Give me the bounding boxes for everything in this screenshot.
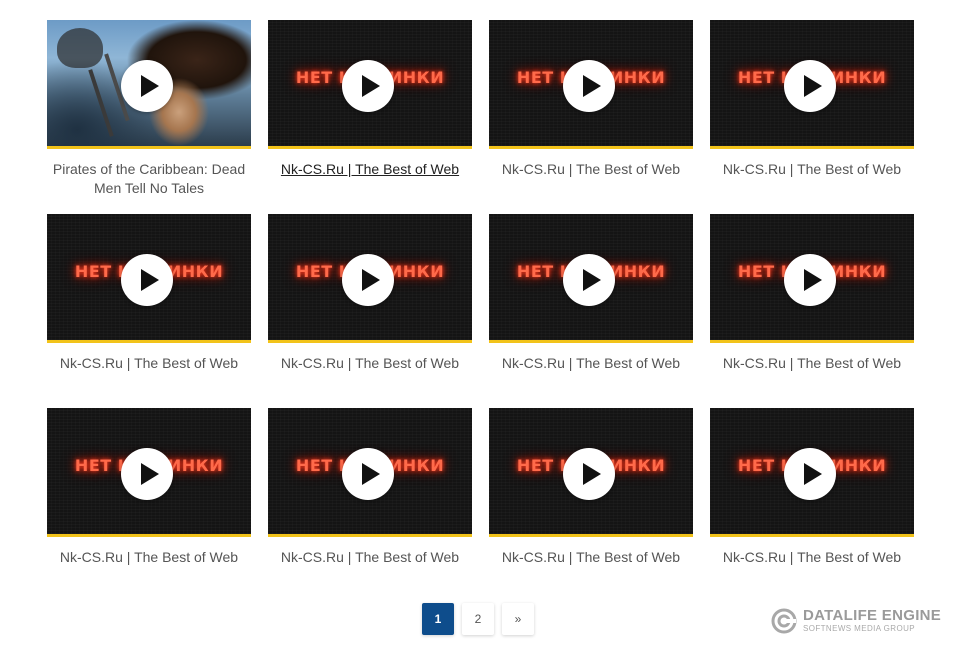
- play-icon[interactable]: [121, 60, 173, 112]
- play-icon[interactable]: [563, 60, 615, 112]
- play-icon[interactable]: [342, 254, 394, 306]
- video-thumbnail[interactable]: НЕТ КАРТИНКИ: [710, 214, 914, 343]
- video-thumbnail[interactable]: НЕТ КАРТИНКИ: [710, 408, 914, 537]
- video-title[interactable]: Nk-CS.Ru | The Best of Web: [47, 548, 251, 567]
- video-card[interactable]: НЕТ КАРТИНКИ Nk-CS.Ru | The Best of Web: [489, 20, 693, 214]
- video-title[interactable]: Nk-CS.Ru | The Best of Web: [489, 354, 693, 373]
- video-thumbnail[interactable]: НЕТ КАРТИНКИ: [710, 20, 914, 149]
- play-icon[interactable]: [342, 60, 394, 112]
- play-icon[interactable]: [342, 448, 394, 500]
- play-icon[interactable]: [784, 448, 836, 500]
- play-icon[interactable]: [121, 448, 173, 500]
- brand-text: DATALIFE ENGINE SOFTNEWS MEDIA GROUP: [803, 608, 941, 634]
- video-title[interactable]: Nk-CS.Ru | The Best of Web: [710, 354, 914, 373]
- video-card[interactable]: НЕТ КАРТИНКИ Nk-CS.Ru | The Best of Web: [268, 214, 472, 408]
- video-thumbnail[interactable]: НЕТ КАРТИНКИ: [489, 214, 693, 343]
- video-card[interactable]: НЕТ КАРТИНКИ Nk-CS.Ru | The Best of Web: [268, 408, 472, 602]
- next-page-button[interactable]: »: [502, 603, 534, 635]
- video-title[interactable]: Nk-CS.Ru | The Best of Web: [268, 160, 472, 179]
- video-thumbnail[interactable]: НЕТ КАРТИНКИ: [268, 20, 472, 149]
- video-thumbnail[interactable]: [47, 20, 251, 149]
- play-icon[interactable]: [784, 254, 836, 306]
- video-title[interactable]: Nk-CS.Ru | The Best of Web: [710, 548, 914, 567]
- video-card[interactable]: НЕТ КАРТИНКИ Nk-CS.Ru | The Best of Web: [268, 20, 472, 214]
- video-card[interactable]: НЕТ КАРТИНКИ Nk-CS.Ru | The Best of Web: [710, 20, 914, 214]
- video-card[interactable]: НЕТ КАРТИНКИ Nk-CS.Ru | The Best of Web: [710, 214, 914, 408]
- datalife-logo-icon: [771, 608, 797, 634]
- footer-brand[interactable]: DATALIFE ENGINE SOFTNEWS MEDIA GROUP: [771, 608, 941, 634]
- play-icon[interactable]: [563, 448, 615, 500]
- video-thumbnail[interactable]: НЕТ КАРТИНКИ: [47, 214, 251, 343]
- video-title[interactable]: Nk-CS.Ru | The Best of Web: [268, 354, 472, 373]
- brand-name: DATALIFE ENGINE: [803, 607, 942, 624]
- video-title[interactable]: Nk-CS.Ru | The Best of Web: [489, 548, 693, 567]
- video-card[interactable]: НЕТ КАРТИНКИ Nk-CS.Ru | The Best of Web: [710, 408, 914, 602]
- video-title[interactable]: Nk-CS.Ru | The Best of Web: [47, 354, 251, 373]
- video-card[interactable]: НЕТ КАРТИНКИ Nk-CS.Ru | The Best of Web: [489, 214, 693, 408]
- video-thumbnail[interactable]: НЕТ КАРТИНКИ: [268, 214, 472, 343]
- video-thumbnail[interactable]: НЕТ КАРТИНКИ: [268, 408, 472, 537]
- page-1-button[interactable]: 1: [422, 603, 454, 635]
- video-title[interactable]: Nk-CS.Ru | The Best of Web: [489, 160, 693, 179]
- page-2-button[interactable]: 2: [462, 603, 494, 635]
- video-title[interactable]: Nk-CS.Ru | The Best of Web: [268, 548, 472, 567]
- video-card[interactable]: НЕТ КАРТИНКИ Nk-CS.Ru | The Best of Web: [489, 408, 693, 602]
- pagination: 1 2 »: [422, 603, 534, 635]
- video-thumbnail[interactable]: НЕТ КАРТИНКИ: [489, 20, 693, 149]
- video-title[interactable]: Pirates of the Caribbean: Dead Men Tell …: [47, 160, 251, 198]
- video-thumbnail[interactable]: НЕТ КАРТИНКИ: [489, 408, 693, 537]
- video-grid: Pirates of the Caribbean: Dead Men Tell …: [47, 20, 914, 602]
- video-card[interactable]: НЕТ КАРТИНКИ Nk-CS.Ru | The Best of Web: [47, 214, 251, 408]
- play-icon[interactable]: [784, 60, 836, 112]
- video-thumbnail[interactable]: НЕТ КАРТИНКИ: [47, 408, 251, 537]
- video-card[interactable]: Pirates of the Caribbean: Dead Men Tell …: [47, 20, 251, 214]
- play-icon[interactable]: [121, 254, 173, 306]
- brand-subtitle: SOFTNEWS MEDIA GROUP: [803, 624, 916, 633]
- video-title[interactable]: Nk-CS.Ru | The Best of Web: [710, 160, 914, 179]
- play-icon[interactable]: [563, 254, 615, 306]
- video-card[interactable]: НЕТ КАРТИНКИ Nk-CS.Ru | The Best of Web: [47, 408, 251, 602]
